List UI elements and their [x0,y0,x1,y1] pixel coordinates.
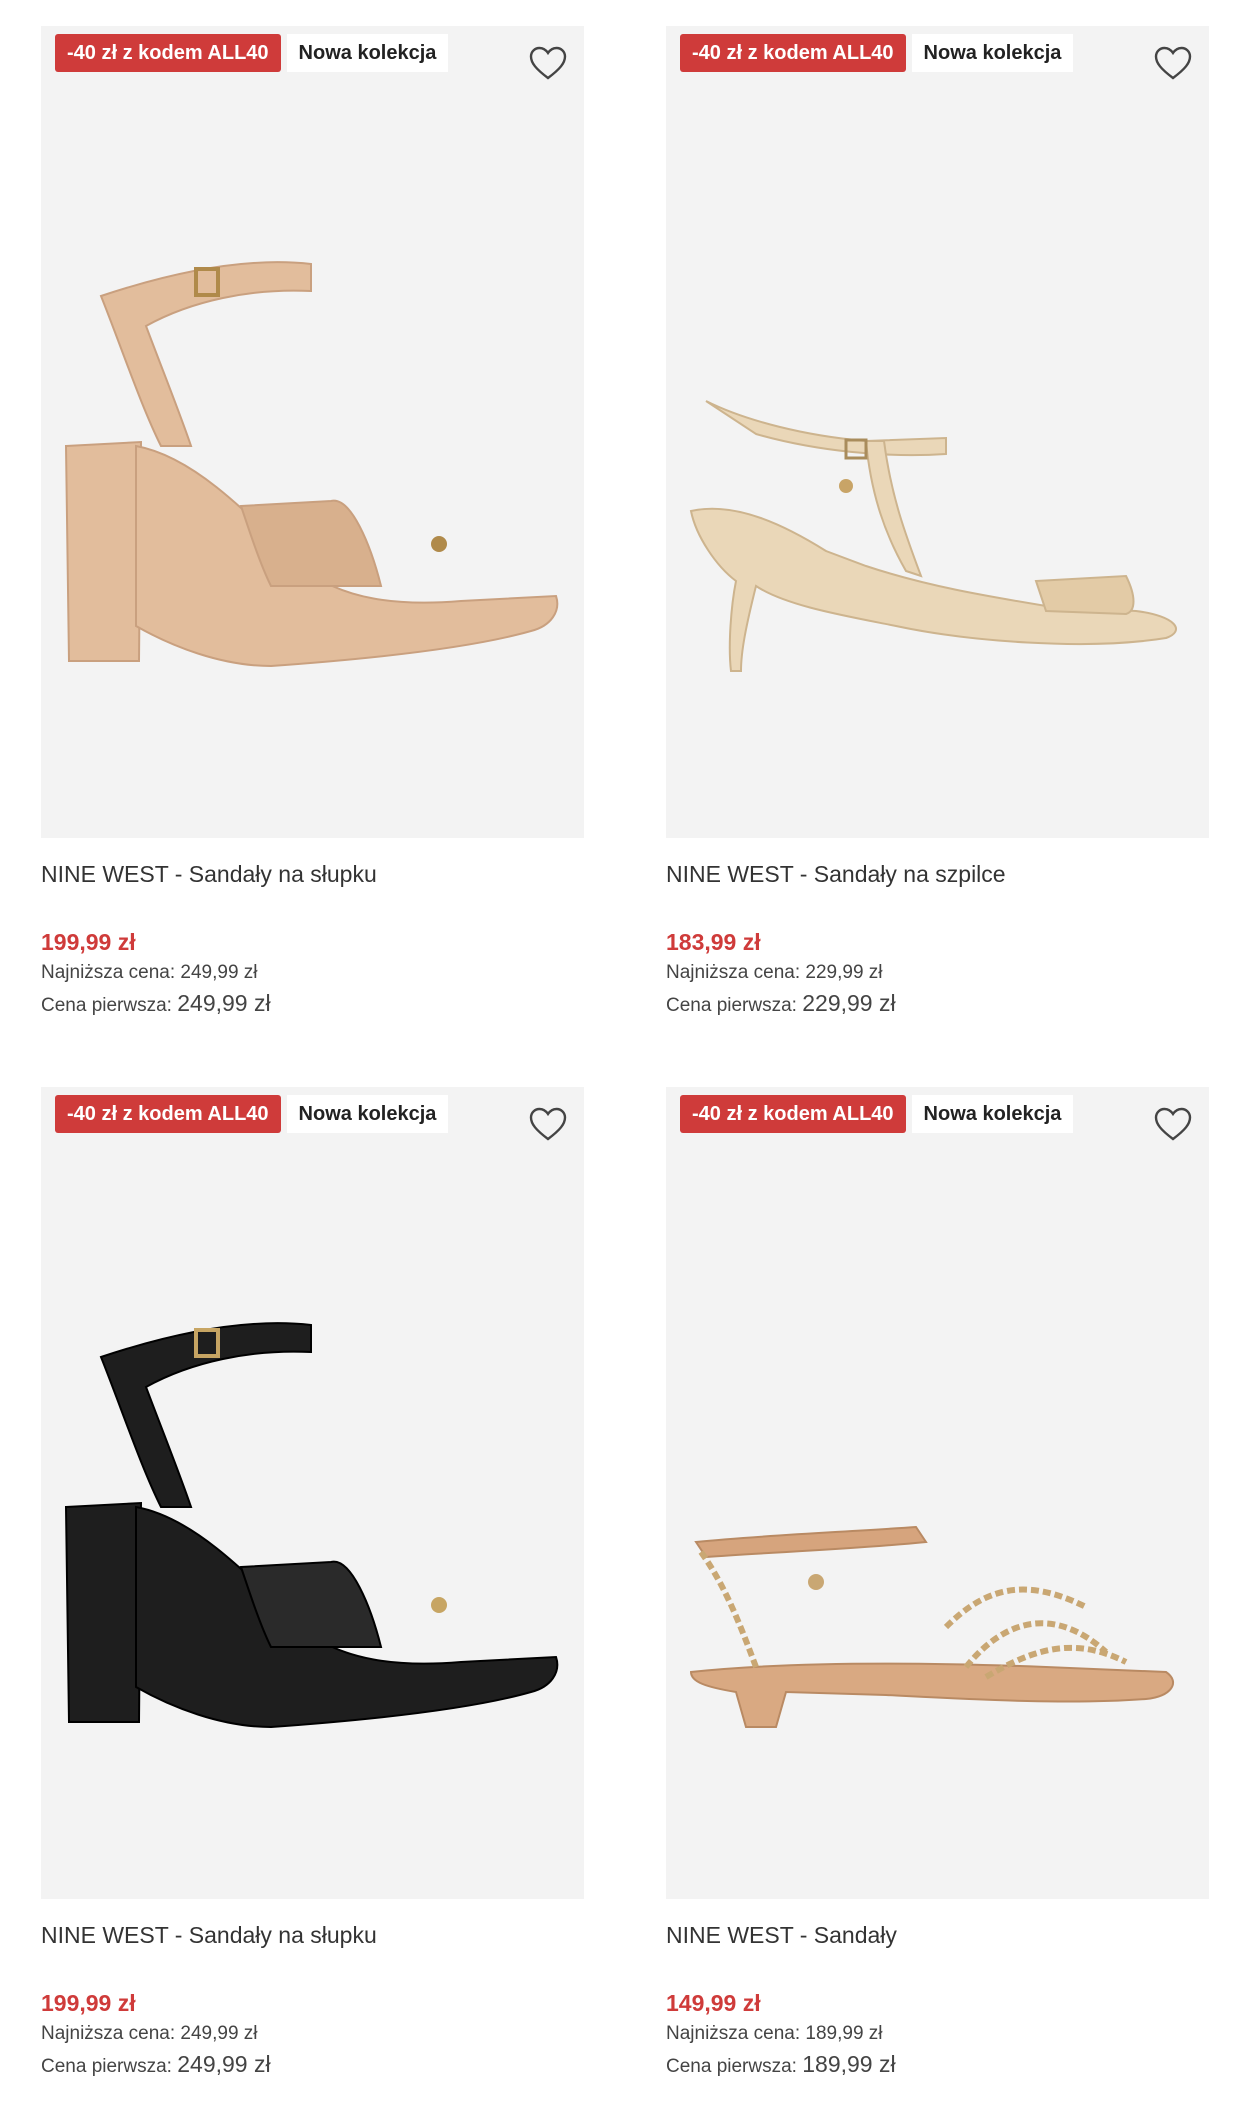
heart-outline-icon[interactable] [528,44,568,84]
first-price-row: Cena pierwsza: 189,99 zł [666,2049,1209,2079]
lowest-price-value: 229,99 zł [805,962,883,983]
flat-sandal-image [689,1525,1174,1728]
current-price: 199,99 zł [41,1990,136,2016]
lowest-price-row: Najniższa cena: 249,99 zł [41,958,584,988]
heart-outline-icon[interactable] [528,1105,568,1145]
first-price-value: 249,99 zł [177,990,271,1016]
stiletto-sandal-image [689,400,1177,672]
first-price-label: Cena pierwsza: [41,2056,172,2077]
new-collection-badge: Nowa kolekcja [911,34,1074,72]
first-price-label: Cena pierwsza: [41,995,172,1016]
product-card[interactable]: -40 zł z kodem ALL40 Nowa kolekcja NINE … [41,26,584,1018]
promo-code-badge: -40 zł z kodem ALL40 [55,34,281,72]
product-card[interactable]: -40 zł z kodem ALL40 Nowa kolekcja NINE … [666,26,1209,1018]
first-price-value: 189,99 zł [802,2051,896,2077]
current-price: 149,99 zł [666,1990,761,2016]
lowest-price-value: 249,99 zł [180,962,258,983]
product-title[interactable]: NINE WEST - Sandały na szpilce [666,854,1209,894]
current-price: 183,99 zł [666,929,761,955]
lowest-price-value: 189,99 zł [805,2023,883,2044]
badge-group: -40 zł z kodem ALL40 Nowa kolekcja [680,34,1074,72]
product-title[interactable]: NINE WEST - Sandały [666,1915,1209,1955]
new-collection-badge: Nowa kolekcja [286,1095,449,1133]
product-image[interactable]: -40 zł z kodem ALL40 Nowa kolekcja [666,1087,1209,1899]
first-price-row: Cena pierwsza: 229,99 zł [666,988,1209,1018]
new-collection-badge: Nowa kolekcja [286,34,449,72]
first-price-label: Cena pierwsza: [666,2056,797,2077]
heart-outline-icon[interactable] [1153,1105,1193,1145]
product-card[interactable]: -40 zł z kodem ALL40 Nowa kolekcja NINE … [666,1087,1209,2079]
badge-group: -40 zł z kodem ALL40 Nowa kolekcja [55,1095,449,1133]
first-price-row: Cena pierwsza: 249,99 zł [41,2049,584,2079]
product-grid: -40 zł z kodem ALL40 Nowa kolekcja NINE … [0,0,1250,2123]
badge-group: -40 zł z kodem ALL40 Nowa kolekcja [680,1095,1074,1133]
first-price-value: 249,99 zł [177,2051,271,2077]
first-price-label: Cena pierwsza: [666,995,797,1016]
product-title[interactable]: NINE WEST - Sandały na słupku [41,854,584,894]
lowest-price-value: 249,99 zł [180,2023,258,2044]
current-price: 199,99 zł [41,929,136,955]
product-card[interactable]: -40 zł z kodem ALL40 Nowa kolekcja NINE … [41,1087,584,2079]
platform-sandal-image [64,261,559,668]
product-image[interactable]: -40 zł z kodem ALL40 Nowa kolekcja [666,26,1209,838]
lowest-price-row: Najniższa cena: 249,99 zł [41,2019,584,2049]
product-image[interactable]: -40 zł z kodem ALL40 Nowa kolekcja [41,1087,584,1899]
lowest-price-row: Najniższa cena: 189,99 zł [666,2019,1209,2049]
promo-code-badge: -40 zł z kodem ALL40 [680,1095,906,1133]
lowest-price-label: Najniższa cena: [666,2023,801,2044]
product-title[interactable]: NINE WEST - Sandały na słupku [41,1915,584,1955]
lowest-price-label: Najniższa cena: [41,2023,176,2044]
lowest-price-label: Najniższa cena: [666,962,801,983]
heart-outline-icon[interactable] [1153,44,1193,84]
platform-sandal-image [64,1322,559,1729]
new-collection-badge: Nowa kolekcja [911,1095,1074,1133]
promo-code-badge: -40 zł z kodem ALL40 [680,34,906,72]
promo-code-badge: -40 zł z kodem ALL40 [55,1095,281,1133]
first-price-row: Cena pierwsza: 249,99 zł [41,988,584,1018]
first-price-value: 229,99 zł [802,990,896,1016]
product-image[interactable]: -40 zł z kodem ALL40 Nowa kolekcja [41,26,584,838]
lowest-price-label: Najniższa cena: [41,962,176,983]
lowest-price-row: Najniższa cena: 229,99 zł [666,958,1209,988]
badge-group: -40 zł z kodem ALL40 Nowa kolekcja [55,34,449,72]
